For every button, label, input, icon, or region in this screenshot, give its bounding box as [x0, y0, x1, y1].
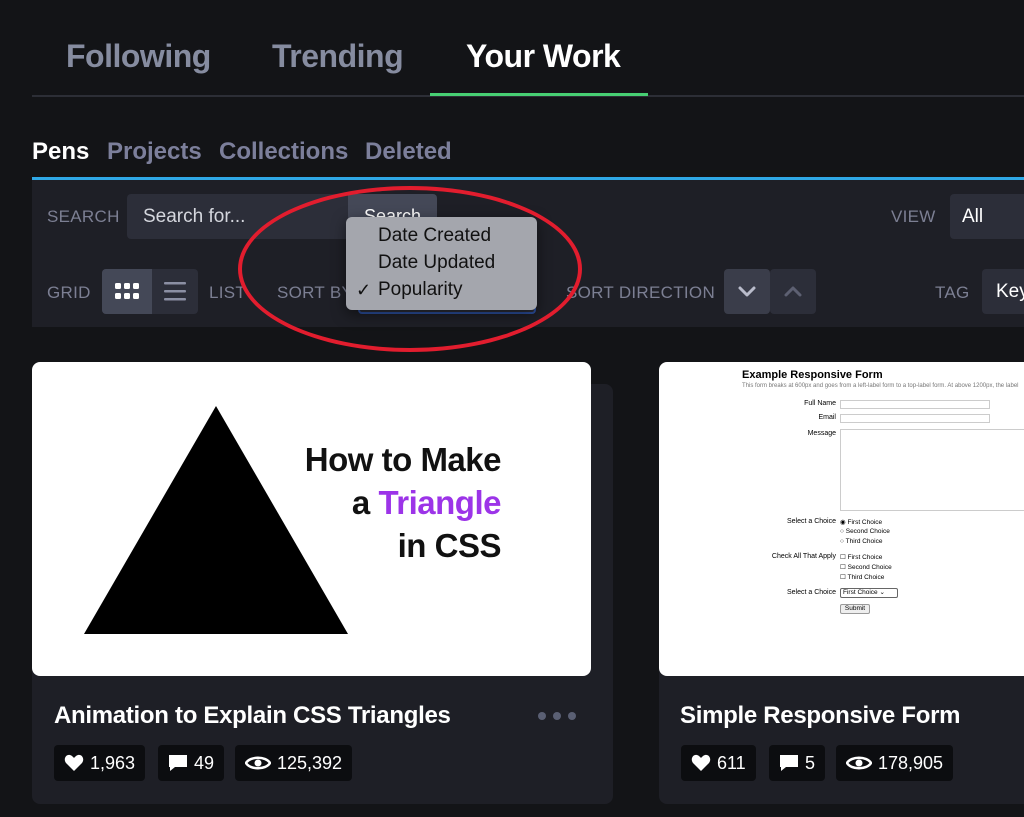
sort-option-date-created[interactable]: Date Created: [346, 223, 537, 250]
checkmark-icon: ✓: [356, 280, 372, 300]
preview-option: Second Choice: [847, 564, 892, 571]
grid-icon: [115, 283, 139, 299]
preview-radio: ◉ First Choice: [840, 519, 883, 526]
view-label: VIEW: [891, 207, 936, 226]
chevron-down-icon: [738, 286, 756, 297]
preview-label: Email: [818, 414, 836, 421]
sort-option-label: Popularity: [378, 279, 463, 300]
preview-subtitle: This form breaks at 600px and goes from …: [742, 383, 1019, 389]
pen-title[interactable]: Animation to Explain CSS Triangles: [54, 702, 451, 730]
views-stat: 125,392: [235, 745, 353, 781]
sort-option-popularity[interactable]: ✓ Popularity: [346, 277, 537, 304]
eye-icon: [845, 756, 873, 770]
thumbnail-heading: How to Make a Triangle in CSS: [304, 438, 502, 567]
more-options-icon[interactable]: [538, 708, 578, 724]
tab-projects[interactable]: Projects: [107, 138, 202, 166]
likes-stat[interactable]: 1,963: [54, 745, 146, 781]
tab-following[interactable]: Following: [66, 38, 211, 75]
sort-direction-label: SORT DIRECTION: [566, 283, 716, 302]
search-label: SEARCH: [47, 207, 120, 226]
sort-by-dropdown: Date Created Date Updated ✓ Popularity: [346, 217, 537, 310]
sort-option-label: Date Created: [378, 225, 492, 246]
preview-label: Select a Choice: [786, 589, 836, 596]
search-input[interactable]: Search for...: [127, 194, 352, 239]
sort-option-date-updated[interactable]: Date Updated: [346, 250, 537, 277]
comments-stat[interactable]: 5: [769, 745, 826, 781]
tag-input[interactable]: Key: [982, 269, 1024, 314]
heart-icon: [691, 754, 711, 771]
preview-option: Third Choice: [847, 574, 885, 581]
preview-option: First Choice: [847, 554, 883, 561]
eye-icon: [244, 756, 272, 770]
thumbnail-line: How to Make: [304, 441, 502, 478]
active-tab-indicator: [430, 93, 648, 96]
sort-by-label: SORT BY: [277, 283, 354, 302]
chevron-up-icon: [784, 286, 802, 297]
comments-stat[interactable]: 49: [158, 745, 225, 781]
preview-input: [840, 400, 990, 409]
comments-count: 49: [194, 753, 215, 773]
preview-checkbox: ☐ Second Choice: [840, 564, 892, 571]
list-label: LIST: [209, 283, 247, 302]
preview-option: Third Choice: [845, 538, 883, 545]
preview-option: Second Choice: [845, 528, 890, 535]
preview-title: Example Responsive Form: [742, 369, 883, 381]
preview-label: Select a Choice: [786, 518, 836, 525]
sort-descending-button[interactable]: [724, 269, 770, 314]
views-count: 125,392: [277, 753, 343, 773]
preview-label: Full Name: [804, 400, 836, 407]
main-tabs: Following Trending Your Work: [32, 0, 1024, 97]
grid-label: GRID: [47, 283, 91, 302]
comment-icon: [169, 755, 187, 771]
preview-submit: Submit: [840, 604, 870, 614]
thumbnail-highlight: Triangle: [378, 484, 501, 521]
pen-thumbnail[interactable]: Example Responsive Form This form breaks…: [659, 362, 1024, 676]
pen-thumbnail[interactable]: How to Make a Triangle in CSS: [32, 362, 591, 676]
tab-your-work[interactable]: Your Work: [466, 38, 621, 75]
preview-radio: ○ Second Choice: [840, 528, 890, 535]
form-preview: Example Responsive Form This form breaks…: [659, 362, 1024, 676]
preview-checkbox: ☐ Third Choice: [840, 574, 885, 581]
preview-label: Check All That Apply: [771, 553, 836, 560]
tag-label: TAG: [935, 283, 970, 302]
tab-deleted[interactable]: Deleted: [365, 138, 452, 166]
comment-icon: [780, 755, 798, 771]
preview-option: First Choice: [847, 519, 883, 526]
views-count: 178,905: [878, 753, 944, 773]
thumbnail-line: in CSS: [397, 527, 502, 564]
likes-count: 1,963: [90, 753, 136, 773]
preview-radio: ○ Third Choice: [840, 538, 883, 545]
layout-toggle: [102, 269, 198, 314]
tab-pens[interactable]: Pens: [32, 138, 89, 166]
heart-icon: [64, 754, 84, 771]
preview-select-value: First Choice: [843, 589, 878, 596]
sort-option-label: Date Updated: [378, 252, 496, 273]
preview-label: Message: [807, 430, 836, 437]
view-select[interactable]: All: [950, 194, 1024, 239]
comments-count: 5: [805, 753, 816, 773]
list-icon: [164, 282, 186, 301]
preview-textarea: [840, 429, 1024, 511]
likes-stat[interactable]: 611: [681, 745, 756, 781]
preview-checkbox: ☐ First Choice: [840, 554, 883, 561]
pen-title[interactable]: Simple Responsive Form: [680, 702, 960, 730]
tab-collections[interactable]: Collections: [219, 138, 348, 166]
thumbnail-word: a: [351, 484, 370, 521]
preview-input: [840, 414, 990, 423]
grid-view-button[interactable]: [102, 269, 152, 314]
likes-count: 611: [717, 753, 746, 773]
preview-select: First Choice ⌄: [840, 588, 898, 598]
list-view-button[interactable]: [152, 269, 198, 314]
sort-ascending-button[interactable]: [770, 269, 816, 314]
views-stat: 178,905: [836, 745, 954, 781]
tab-trending[interactable]: Trending: [272, 38, 404, 75]
